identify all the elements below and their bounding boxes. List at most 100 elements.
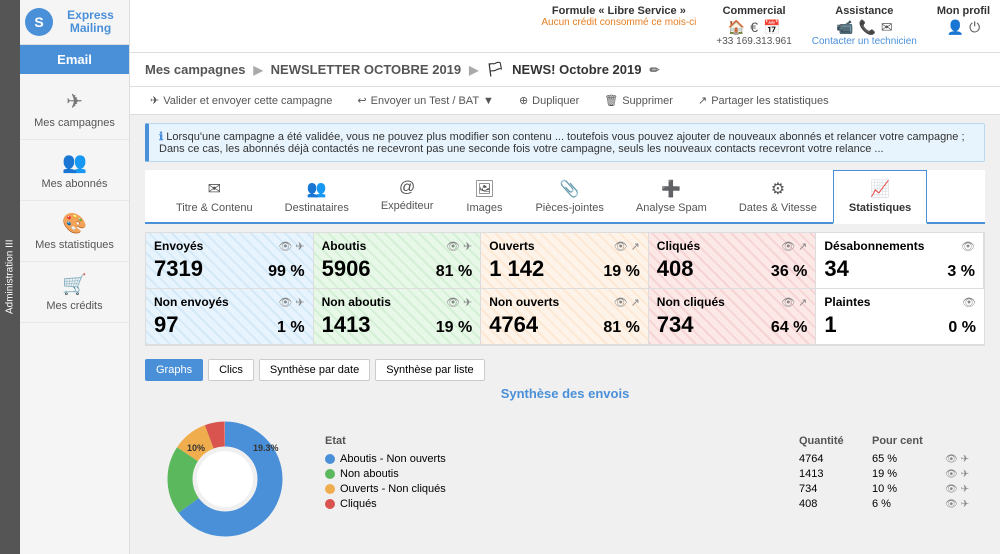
- admin-bar: Administration III: [0, 0, 20, 554]
- img-tab-icon: 🖼: [474, 179, 494, 199]
- eye-nc-icon[interactable]: 👁: [781, 296, 795, 309]
- eye-pl-icon[interactable]: 👁: [962, 296, 976, 309]
- stat-plaintes: Plaintes 👁 1 0 %: [816, 289, 984, 345]
- flag-icon: 🏳: [486, 61, 504, 78]
- tab-stats[interactable]: 📈 Statistiques: [833, 170, 927, 224]
- legend-row-0: Aboutis - Non ouverts 4764 65 % 👁✈: [325, 453, 985, 465]
- sidebar-nav: ✈ Mes campagnes 👥 Mes abonnés 🎨 Mes stat…: [20, 74, 129, 323]
- breadcrumb: Mes campagnes ▶ NEWSLETTER OCTOBRE 2019 …: [130, 53, 1000, 87]
- cursor-l2-icon[interactable]: ✈: [961, 484, 969, 495]
- eye-icon[interactable]: 👁: [278, 240, 292, 253]
- supprimer-button[interactable]: 🗑 Supprimer: [599, 92, 678, 109]
- legend-row-2: Ouverts - Non cliqués 734 10 % 👁✈: [325, 483, 985, 495]
- user-icon[interactable]: 👤: [947, 19, 964, 36]
- cursor-no-icon[interactable]: ↗: [631, 296, 640, 309]
- sidebar-item-abonnes[interactable]: 👥 Mes abonnés: [20, 140, 129, 201]
- tab-expediteur[interactable]: @ Expéditeur: [365, 170, 450, 222]
- cursor-l3-icon[interactable]: ✈: [961, 499, 969, 510]
- dot-red: [325, 499, 335, 509]
- dupliquer-button[interactable]: ⊕ Dupliquer: [514, 92, 584, 109]
- send-aboutis-icon[interactable]: ✈: [463, 240, 472, 253]
- eye-l3-icon[interactable]: 👁: [945, 499, 958, 510]
- eye-desabo-icon[interactable]: 👁: [961, 240, 975, 253]
- dot-blue: [325, 454, 335, 464]
- test-button[interactable]: ↩ Envoyer un Test / BAT ▼: [352, 92, 499, 109]
- label-green: 19.3%: [253, 443, 279, 453]
- duplicate-icon: ⊕: [519, 94, 528, 107]
- stat-ouverts: Ouverts 👁↗ 1 142 19 %: [481, 233, 649, 289]
- email-icon[interactable]: ✉: [881, 19, 893, 36]
- graphs-button[interactable]: Graphs: [145, 359, 203, 381]
- video-icon[interactable]: 📹: [836, 19, 853, 36]
- cursor-l0-icon[interactable]: ✈: [961, 454, 969, 465]
- tab-dates[interactable]: ⚙ Dates & Vitesse: [723, 170, 833, 222]
- edit-title-icon[interactable]: ✏: [649, 63, 659, 77]
- synthese-title: Synthèse des envois: [145, 386, 985, 401]
- test-icon: ↩: [357, 94, 366, 107]
- legend-row-3: Cliqués 408 6 % 👁✈: [325, 498, 985, 510]
- assistance-icons: 📹 📞 ✉: [836, 19, 893, 36]
- sidebar-item-credits[interactable]: 🛒 Mes crédits: [20, 262, 129, 323]
- send-icon: ✈: [150, 94, 159, 107]
- sidebar-item-statistiques[interactable]: 🎨 Mes statistiques: [20, 201, 129, 262]
- logo-name: Express Mailing: [57, 9, 124, 35]
- euro-icon[interactable]: €: [750, 19, 758, 36]
- cursor-cliques-icon[interactable]: ↗: [798, 240, 807, 253]
- tab-images[interactable]: 🖼 Images: [449, 170, 519, 222]
- statistiques-icon: 🎨: [62, 211, 87, 236]
- label-blue: 65.1%: [207, 519, 235, 530]
- stat-nonouverts: Non ouverts 👁↗ 4764 81 %: [481, 289, 649, 345]
- stats-tab-icon: 📈: [870, 179, 890, 199]
- dates-tab-icon: ⚙: [771, 179, 785, 199]
- eye-ne-icon[interactable]: 👁: [278, 296, 292, 309]
- tab-pieces[interactable]: 📎 Pièces-jointes: [519, 170, 619, 222]
- eye-aboutis-icon[interactable]: 👁: [446, 240, 460, 253]
- calendar-icon[interactable]: 📅: [763, 19, 780, 36]
- pj-tab-icon: 📎: [560, 179, 580, 199]
- send-na-icon[interactable]: ✈: [463, 296, 472, 309]
- valider-button[interactable]: ✈ Valider et envoyer cette campagne: [145, 92, 337, 109]
- eye-l2-icon[interactable]: 👁: [945, 484, 958, 495]
- cursor-nc-icon[interactable]: ↗: [798, 296, 807, 309]
- eye-cliques-icon[interactable]: 👁: [781, 240, 795, 253]
- eye-l1-icon[interactable]: 👁: [945, 469, 958, 480]
- eye-no-icon[interactable]: 👁: [614, 296, 628, 309]
- stat-desabo: Désabonnements 👁 34 3 %: [816, 233, 984, 289]
- legend-row-1: Non aboutis 1413 19 % 👁✈: [325, 468, 985, 480]
- commercial-icons: 🏠 € 📅: [728, 19, 781, 36]
- send-stat-icon[interactable]: ✈: [295, 240, 304, 253]
- profil-section: Mon profil 👤 ⏻: [937, 5, 990, 47]
- tab-navigation: ✉ Titre & Contenu 👥 Destinataires @ Expé…: [145, 170, 985, 224]
- stat-cliques: Cliqués 👁↗ 408 36 %: [649, 233, 817, 289]
- logo-icon: S: [25, 8, 53, 36]
- eye-l0-icon[interactable]: 👁: [945, 454, 958, 465]
- email-button[interactable]: Email: [20, 45, 129, 74]
- stat-nonaboutis: Non aboutis 👁✈ 1413 19 %: [314, 289, 482, 345]
- cursor-l1-icon[interactable]: ✈: [961, 469, 969, 480]
- partager-button[interactable]: ↗ Partager les statistiques: [693, 92, 834, 109]
- share-icon: ↗: [698, 94, 707, 107]
- breadcrumb-arrow-1: ▶: [253, 63, 262, 77]
- main-content: Formule « Libre Service » Aucun crédit c…: [130, 0, 1000, 554]
- donut-hole: [197, 451, 253, 507]
- spam-tab-icon: ➕: [661, 179, 681, 199]
- phone-icon[interactable]: 📞: [858, 19, 875, 36]
- dropdown-arrow-icon: ▼: [483, 95, 494, 107]
- stats-grid: Envoyés 👁✈ 7319 99 % Aboutis 👁✈ 5906 81 …: [145, 232, 985, 346]
- power-icon[interactable]: ⏻: [969, 19, 980, 36]
- tab-titre[interactable]: ✉ Titre & Contenu: [160, 170, 269, 222]
- clics-button[interactable]: Clics: [208, 359, 254, 381]
- eye-na-icon[interactable]: 👁: [446, 296, 460, 309]
- titre-tab-icon: ✉: [208, 179, 221, 199]
- send-ne-icon[interactable]: ✈: [295, 296, 304, 309]
- tab-spam[interactable]: ➕ Analyse Spam: [620, 170, 723, 222]
- synthese-liste-button[interactable]: Synthèse par liste: [375, 359, 484, 381]
- tab-destinataires[interactable]: 👥 Destinataires: [269, 170, 365, 222]
- legend-header: Etat Quantité Pour cent: [325, 435, 985, 449]
- home-icon[interactable]: 🏠: [728, 19, 745, 36]
- sidebar-item-campagnes[interactable]: ✈ Mes campagnes: [20, 79, 129, 140]
- stat-noncliques: Non cliqués 👁↗ 734 64 %: [649, 289, 817, 345]
- cursor-ouverts-icon[interactable]: ↗: [631, 240, 640, 253]
- eye-ouverts-icon[interactable]: 👁: [614, 240, 628, 253]
- synthese-date-button[interactable]: Synthèse par date: [259, 359, 370, 381]
